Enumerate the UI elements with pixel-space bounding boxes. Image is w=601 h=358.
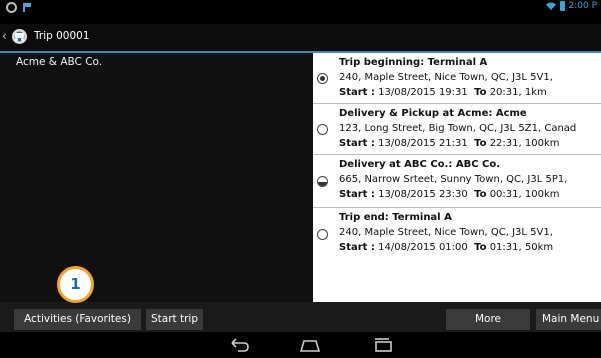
selected-radio-icon[interactable]	[317, 73, 328, 84]
start-time: 13/08/2015 21:31	[378, 138, 468, 149]
stop-title: Delivery at ABC Co.: ABC Co.	[339, 159, 501, 170]
stop-details: Delivery & Pickup at Acme: Acme 123, Lon…	[339, 106, 601, 151]
radio-icon[interactable]	[317, 229, 328, 240]
wifi-icon	[545, 2, 556, 10]
end-time: 22:31, 100km	[489, 138, 560, 149]
end-time: 00:31, 100km	[489, 189, 560, 200]
app-logo-icon[interactable]	[10, 28, 29, 45]
stop-item[interactable]: Trip beginning: Terminal A 240, Maple St…	[313, 53, 601, 104]
start-label: Start :	[339, 138, 375, 149]
client-name[interactable]: Acme & ABC Co.	[16, 56, 102, 68]
stop-schedule: Start : 14/08/2015 01:00 To 01:31, 50km	[339, 240, 601, 255]
battery-icon	[559, 1, 565, 11]
status-system: 2:00 P	[545, 1, 598, 11]
action-bar: ‹ Trip 00001	[0, 24, 601, 50]
to-label: To	[474, 242, 487, 253]
status-notifications	[6, 2, 31, 13]
start-time: 14/08/2015 01:00	[378, 242, 468, 253]
ring-icon	[6, 2, 17, 13]
start-time: 13/08/2015 19:31	[378, 87, 468, 98]
client-list: Acme & ABC Co.	[0, 53, 313, 302]
end-time: 01:31, 50km	[489, 242, 554, 253]
back-icon[interactable]	[227, 337, 251, 353]
status-bar: 2:00 P	[0, 0, 601, 16]
stop-address: 665, Narrow Srteet, Sunny Town, QC, J3L …	[339, 174, 568, 185]
home-icon[interactable]	[298, 337, 322, 353]
stop-schedule: Start : 13/08/2015 19:31 To 20:31, 1km	[339, 85, 601, 100]
start-label: Start :	[339, 242, 375, 253]
stop-schedule: Start : 13/08/2015 23:30 To 00:31, 100km	[339, 187, 601, 202]
stop-item[interactable]: Delivery at ABC Co.: ABC Co. 665, Narrow…	[313, 155, 601, 208]
stop-address: 240, Maple Street, Nice Town, QC, J3L 5V…	[339, 72, 553, 83]
stop-details: Trip end: Terminal A 240, Maple Street, …	[339, 210, 601, 255]
callout-number: 1	[70, 275, 81, 293]
stop-address: 123, Long Street, Big Town, QC, J3L 5Z1,…	[339, 123, 577, 134]
stop-title: Trip beginning: Terminal A	[339, 57, 488, 68]
recents-icon[interactable]	[371, 337, 395, 353]
main-menu-button[interactable]: Main Menu	[536, 309, 601, 330]
back-chevron-icon[interactable]: ‹	[2, 29, 7, 43]
navigation-bar	[0, 332, 601, 358]
stop-title: Delivery & Pickup at Acme: Acme	[339, 108, 527, 119]
partial-radio-icon[interactable]	[317, 176, 328, 187]
trip-stop-list: Trip beginning: Terminal A 240, Maple St…	[313, 53, 601, 302]
flag-icon	[23, 3, 31, 12]
stop-details: Trip beginning: Terminal A 240, Maple St…	[339, 55, 601, 100]
stop-item[interactable]: Delivery & Pickup at Acme: Acme 123, Lon…	[313, 104, 601, 155]
stop-item[interactable]: Trip end: Terminal A 240, Maple Street, …	[313, 208, 601, 260]
clock: 2:00 P	[568, 1, 598, 11]
activities-favorites-button[interactable]: Activities (Favorites)	[14, 309, 141, 330]
start-trip-button[interactable]: Start trip	[146, 309, 203, 330]
start-label: Start :	[339, 189, 375, 200]
stop-schedule: Start : 13/08/2015 21:31 To 22:31, 100km	[339, 136, 601, 151]
stop-details: Delivery at ABC Co.: ABC Co. 665, Narrow…	[339, 157, 601, 202]
to-label: To	[474, 189, 487, 200]
stop-address: 240, Maple Street, Nice Town, QC, J3L 5V…	[339, 227, 553, 238]
radio-icon[interactable]	[317, 124, 328, 135]
more-button[interactable]: More	[446, 309, 530, 330]
to-label: To	[474, 138, 487, 149]
callout-marker: 1	[57, 266, 94, 303]
start-time: 13/08/2015 23:30	[378, 189, 468, 200]
page-title: Trip 00001	[34, 30, 90, 42]
start-label: Start :	[339, 87, 375, 98]
bottom-action-bar: Activities (Favorites) Start trip More M…	[0, 302, 601, 332]
end-time: 20:31, 1km	[489, 87, 547, 98]
to-label: To	[474, 87, 487, 98]
stop-title: Trip end: Terminal A	[339, 212, 452, 223]
